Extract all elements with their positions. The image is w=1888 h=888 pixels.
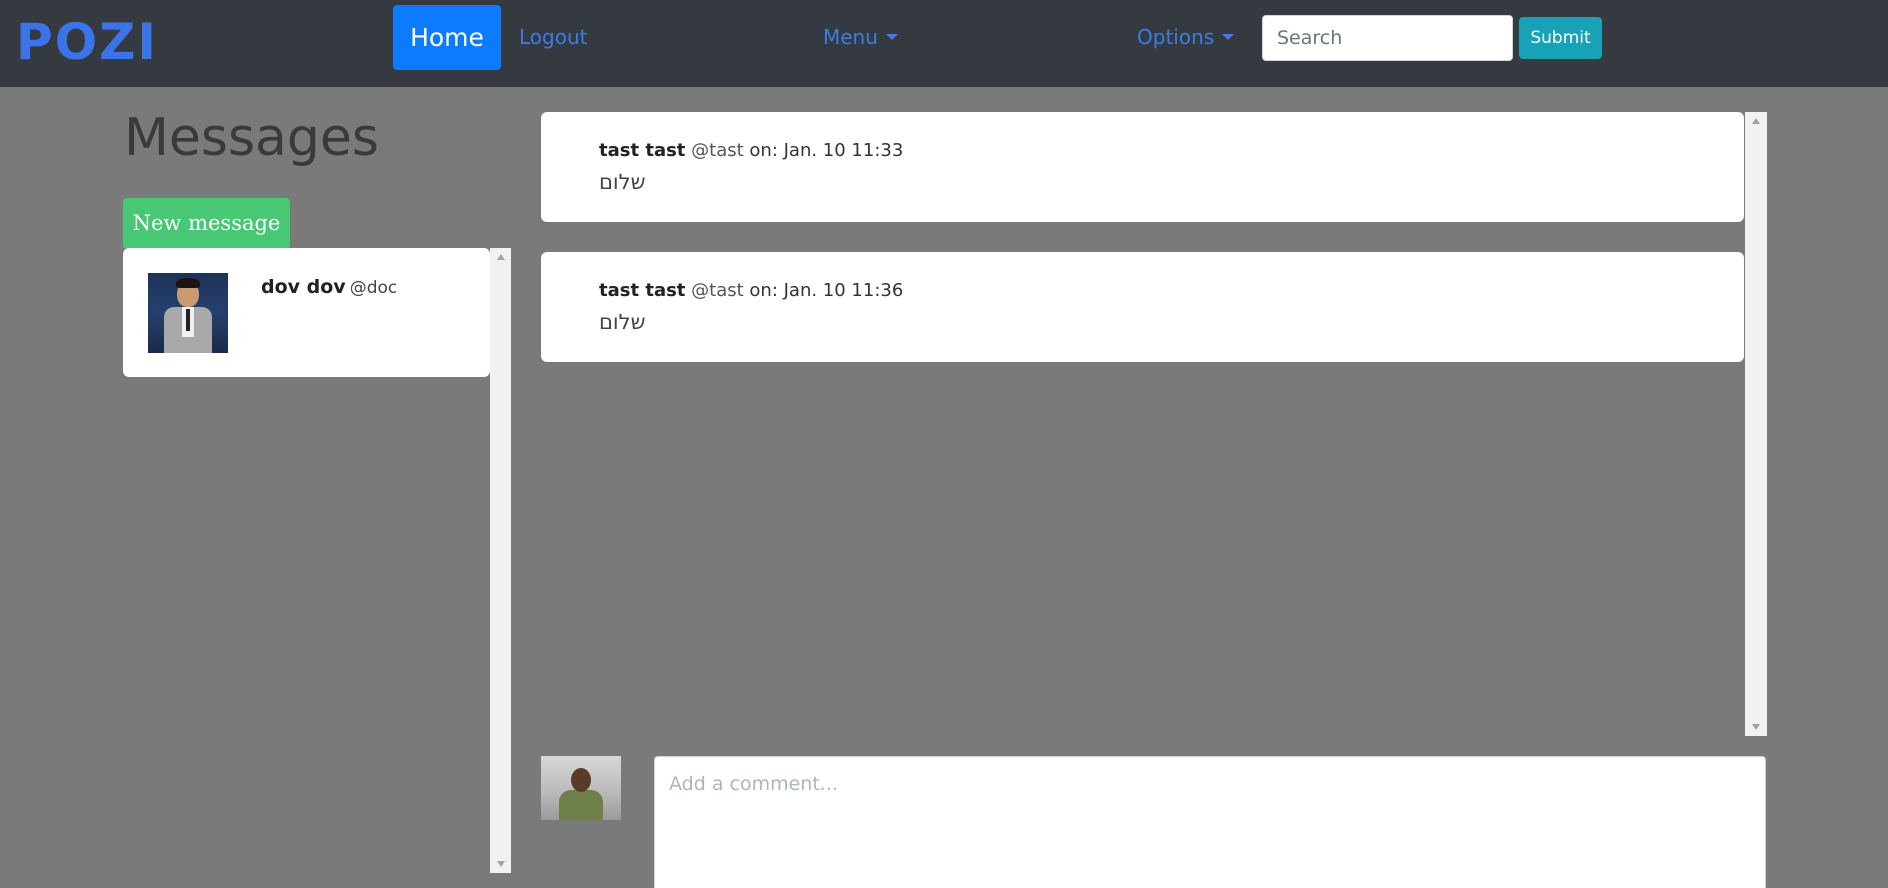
brand-logo[interactable]: POZI — [16, 14, 158, 70]
message-meta: tast tast @tast on: Jan. 10 11:36 — [599, 280, 903, 301]
options-dropdown[interactable]: Options — [1137, 22, 1235, 52]
menu-dropdown[interactable]: Menu — [823, 22, 898, 52]
home-button[interactable]: Home — [393, 5, 501, 70]
scroll-down-arrow-icon[interactable] — [1752, 724, 1760, 730]
chevron-down-icon — [1222, 33, 1235, 40]
scroll-down-arrow-icon[interactable] — [496, 861, 505, 867]
message-thread: tast tast @tast on: Jan. 10 11:33 שלום t… — [541, 112, 1767, 736]
message-handle: @tast — [691, 280, 744, 301]
conversation-user: dov dov @doc — [261, 276, 397, 298]
message-scrollbar[interactable] — [1745, 112, 1767, 736]
search-input[interactable] — [1262, 15, 1513, 61]
user-avatar — [541, 756, 621, 820]
message-handle: @tast — [691, 140, 744, 161]
scroll-up-arrow-icon[interactable] — [496, 254, 505, 260]
message-author: tast tast — [599, 280, 686, 301]
message-meta: tast tast @tast on: Jan. 10 11:33 — [599, 140, 903, 161]
avatar-tie — [186, 309, 190, 331]
comment-input[interactable] — [654, 756, 1766, 888]
avatar-head — [571, 768, 591, 792]
message-timestamp: on: Jan. 10 11:36 — [749, 280, 904, 301]
message-item: tast tast @tast on: Jan. 10 11:36 שלום — [541, 252, 1744, 362]
options-label: Options — [1137, 25, 1215, 49]
avatar-body — [559, 790, 603, 820]
scroll-up-arrow-icon[interactable] — [1752, 118, 1760, 124]
chevron-down-icon — [885, 33, 898, 40]
menu-label: Menu — [823, 25, 878, 49]
conversation-list: dov dov @doc — [123, 248, 511, 873]
conversation-item[interactable]: dov dov @doc — [123, 248, 490, 377]
avatar — [148, 273, 228, 353]
message-item: tast tast @tast on: Jan. 10 11:33 שלום — [541, 112, 1744, 222]
conversation-name: dov dov — [261, 276, 346, 298]
message-author: tast tast — [599, 140, 686, 161]
conversation-scrollbar[interactable] — [490, 248, 511, 873]
logout-link[interactable]: Logout — [519, 22, 587, 52]
navbar: POZI Home Logout Menu Options Submit — [0, 0, 1888, 87]
new-message-button[interactable]: New message — [123, 198, 290, 249]
message-timestamp: on: Jan. 10 11:33 — [749, 140, 904, 161]
conversation-handle: @doc — [349, 278, 398, 298]
message-text: שלום — [599, 310, 646, 334]
page-title: Messages — [124, 108, 379, 168]
submit-button[interactable]: Submit — [1519, 17, 1602, 59]
message-text: שלום — [599, 170, 646, 194]
avatar-hair — [176, 278, 200, 288]
